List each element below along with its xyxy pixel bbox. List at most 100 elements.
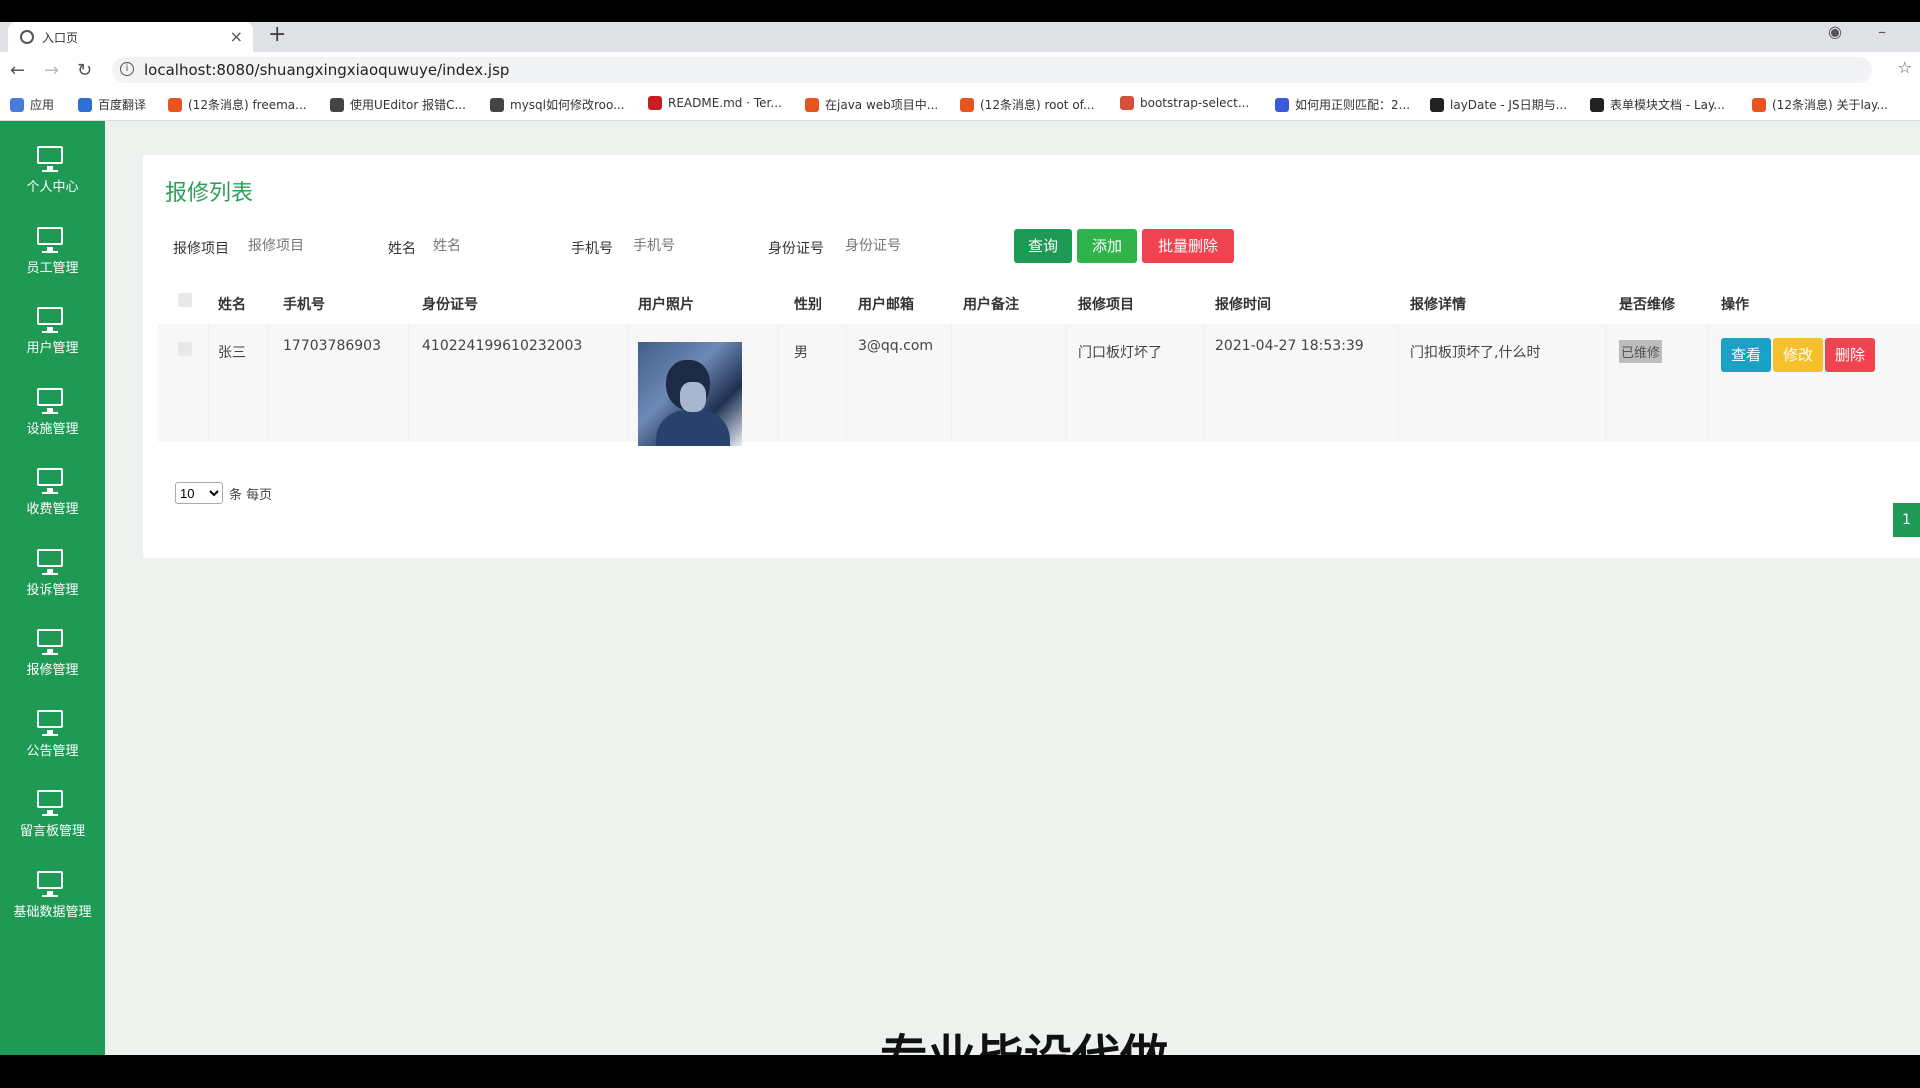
view-button[interactable]: 查看 xyxy=(1721,338,1771,372)
monitor-icon xyxy=(37,870,63,897)
column-header: 身份证号 xyxy=(422,297,478,313)
sidebar-item[interactable]: 报修管理 xyxy=(0,621,105,701)
bookmark-icon xyxy=(1275,98,1289,112)
sidebar-item[interactable]: 员工管理 xyxy=(0,219,105,299)
sidebar-item[interactable]: 用户管理 xyxy=(0,299,105,379)
sidebar-item[interactable]: 收费管理 xyxy=(0,460,105,540)
monitor-icon xyxy=(37,629,63,655)
sidebar-item-label: 设施管理 xyxy=(26,421,79,437)
forward-icon[interactable]: → xyxy=(44,60,59,81)
minimize-icon[interactable]: – xyxy=(1878,22,1886,41)
column-divider xyxy=(1708,324,1709,442)
back-icon[interactable]: ← xyxy=(10,60,25,81)
bookmark-item[interactable]: bootstrap-select... xyxy=(1120,96,1249,110)
bookmark-label: 应用 xyxy=(30,98,55,112)
bookmark-icon xyxy=(168,98,182,112)
bookmark-label: mysql如何修改roo... xyxy=(510,98,625,112)
phone-input[interactable] xyxy=(633,233,743,259)
sidebar-item[interactable]: 基础数据管理 xyxy=(0,863,105,943)
id-card-input[interactable] xyxy=(845,233,955,259)
monitor-icon xyxy=(37,387,63,414)
sidebar-item[interactable]: 公告管理 xyxy=(0,702,105,782)
batch-delete-button[interactable]: 批量删除 xyxy=(1142,229,1234,263)
bookmark-item[interactable]: 表单模块文档 - Lay... xyxy=(1590,96,1725,113)
column-header: 用户邮箱 xyxy=(858,297,914,313)
bookmark-item[interactable]: (12条消息) freema... xyxy=(168,96,307,113)
page-size-label: 条 每页 xyxy=(229,488,273,503)
bookmark-label: layDate - JS日期与... xyxy=(1450,98,1568,112)
new-tab-button[interactable]: + xyxy=(268,22,286,47)
monitor-icon xyxy=(37,226,63,253)
cell-project: 门口板灯坏了 xyxy=(1078,345,1162,361)
bookmark-icon xyxy=(960,98,974,112)
bookmark-item[interactable]: 如何用正则匹配：2... xyxy=(1275,96,1410,113)
repair-list-panel: 报修列表 报修项目 姓名 手机号 身份证号 查询 添加 批量删除 姓名手机号身份… xyxy=(143,155,1920,558)
column-divider xyxy=(628,324,629,442)
bookmarks-bar: 应用 百度翻译 (12条消息) freema... 使用UEditor 报错C... m… xyxy=(0,88,1920,121)
monitor-icon xyxy=(37,709,63,736)
name-input[interactable] xyxy=(433,233,543,259)
bookmark-item[interactable]: 使用UEditor 报错C... xyxy=(330,96,466,113)
sidebar-item-label: 收费管理 xyxy=(26,502,79,517)
bookmark-item[interactable]: 百度翻译 xyxy=(78,96,146,113)
page-size-select[interactable]: 10 xyxy=(175,482,223,504)
profile-icon[interactable]: ◉ xyxy=(1828,22,1842,41)
row-checkbox[interactable] xyxy=(178,342,192,356)
bookmark-icon xyxy=(1120,96,1134,110)
filter-project-label: 报修项目 xyxy=(173,241,229,257)
bookmark-label: 如何用正则匹配：2... xyxy=(1295,98,1411,112)
table-header: 姓名 手机号 身份证号 用户照片 性别 用户邮箱 用户备注 报修项目 报修时间 报修详情 是否维修 操… xyxy=(158,282,1920,326)
bookmark-icon xyxy=(1752,98,1766,112)
bookmark-icon xyxy=(648,96,662,110)
column-divider xyxy=(408,324,409,442)
bookmark-item[interactable]: mysql如何修改roo... xyxy=(490,96,625,113)
bookmark-item[interactable]: (12条消息) root of... xyxy=(960,96,1094,113)
project-input[interactable] xyxy=(248,233,358,259)
select-all-checkbox[interactable] xyxy=(178,293,192,307)
bookmark-label: 百度翻译 xyxy=(98,98,147,112)
monitor-icon xyxy=(37,790,63,816)
browser-tab-strip xyxy=(0,22,1920,52)
column-header: 操作 xyxy=(1721,297,1749,313)
sidebar-item[interactable]: 设施管理 xyxy=(0,380,105,460)
bookmark-item[interactable]: 在java web项目中... xyxy=(805,96,938,113)
reload-icon[interactable]: ↻ xyxy=(77,60,92,81)
page-1-button[interactable]: 1 xyxy=(1893,503,1920,537)
bookmark-label: 在java web项目中... xyxy=(825,98,939,112)
bookmark-item[interactable]: layDate - JS日期与... xyxy=(1430,96,1567,113)
address-bar: ← → ↻ i localhost:8080/shuangxingxiaoquw… xyxy=(0,52,1920,88)
url-field[interactable]: i localhost:8080/shuangxingxiaoquwuye/in… xyxy=(112,57,1872,83)
star-icon[interactable]: ☆ xyxy=(1898,58,1912,77)
add-button[interactable]: 添加 xyxy=(1077,229,1137,263)
bookmark-label: 表单模块文档 - Lay... xyxy=(1610,98,1725,112)
sidebar-item[interactable]: 留言板管理 xyxy=(0,782,105,862)
bookmark-item[interactable]: 应用 xyxy=(10,96,54,113)
info-icon[interactable]: i xyxy=(120,62,134,76)
bookmark-label: (12条消息) 关于lay... xyxy=(1772,98,1888,112)
sidebar-item[interactable]: 个人中心 xyxy=(0,138,105,218)
filter-phone-label: 手机号 xyxy=(571,241,613,257)
column-header: 报修详情 xyxy=(1410,297,1466,313)
url-text: localhost:8080/shuangxingxiaoquwuye/inde… xyxy=(144,61,510,79)
monitor-icon xyxy=(37,548,63,575)
bookmark-item[interactable]: README.md · Ter... xyxy=(648,96,782,110)
cell-gender: 男 xyxy=(794,345,808,361)
column-header: 姓名 xyxy=(218,297,246,313)
sidebar-item-label: 公告管理 xyxy=(26,743,79,759)
cell-id-card: 410224199610232003 xyxy=(422,338,583,354)
column-header: 是否维修 xyxy=(1619,297,1675,313)
close-icon[interactable]: × xyxy=(230,27,243,46)
bookmark-item[interactable]: (12条消息) 关于lay... xyxy=(1752,96,1888,113)
page-title: 报修列表 xyxy=(165,181,254,206)
column-header: 报修时间 xyxy=(1215,297,1271,313)
edit-button[interactable]: 修改 xyxy=(1773,338,1823,372)
user-photo xyxy=(638,342,742,446)
query-button[interactable]: 查询 xyxy=(1014,229,1072,263)
sidebar-item[interactable]: 投诉管理 xyxy=(0,541,105,621)
sidebar-item-label: 基础数据管理 xyxy=(13,904,92,920)
monitor-icon xyxy=(37,468,63,494)
cell-time: 2021-04-27 18:53:39 xyxy=(1215,338,1364,354)
delete-button[interactable]: 删除 xyxy=(1825,338,1875,372)
sidebar-item-label: 用户管理 xyxy=(26,341,79,356)
browser-tab[interactable]: 入口页 × xyxy=(8,22,253,52)
